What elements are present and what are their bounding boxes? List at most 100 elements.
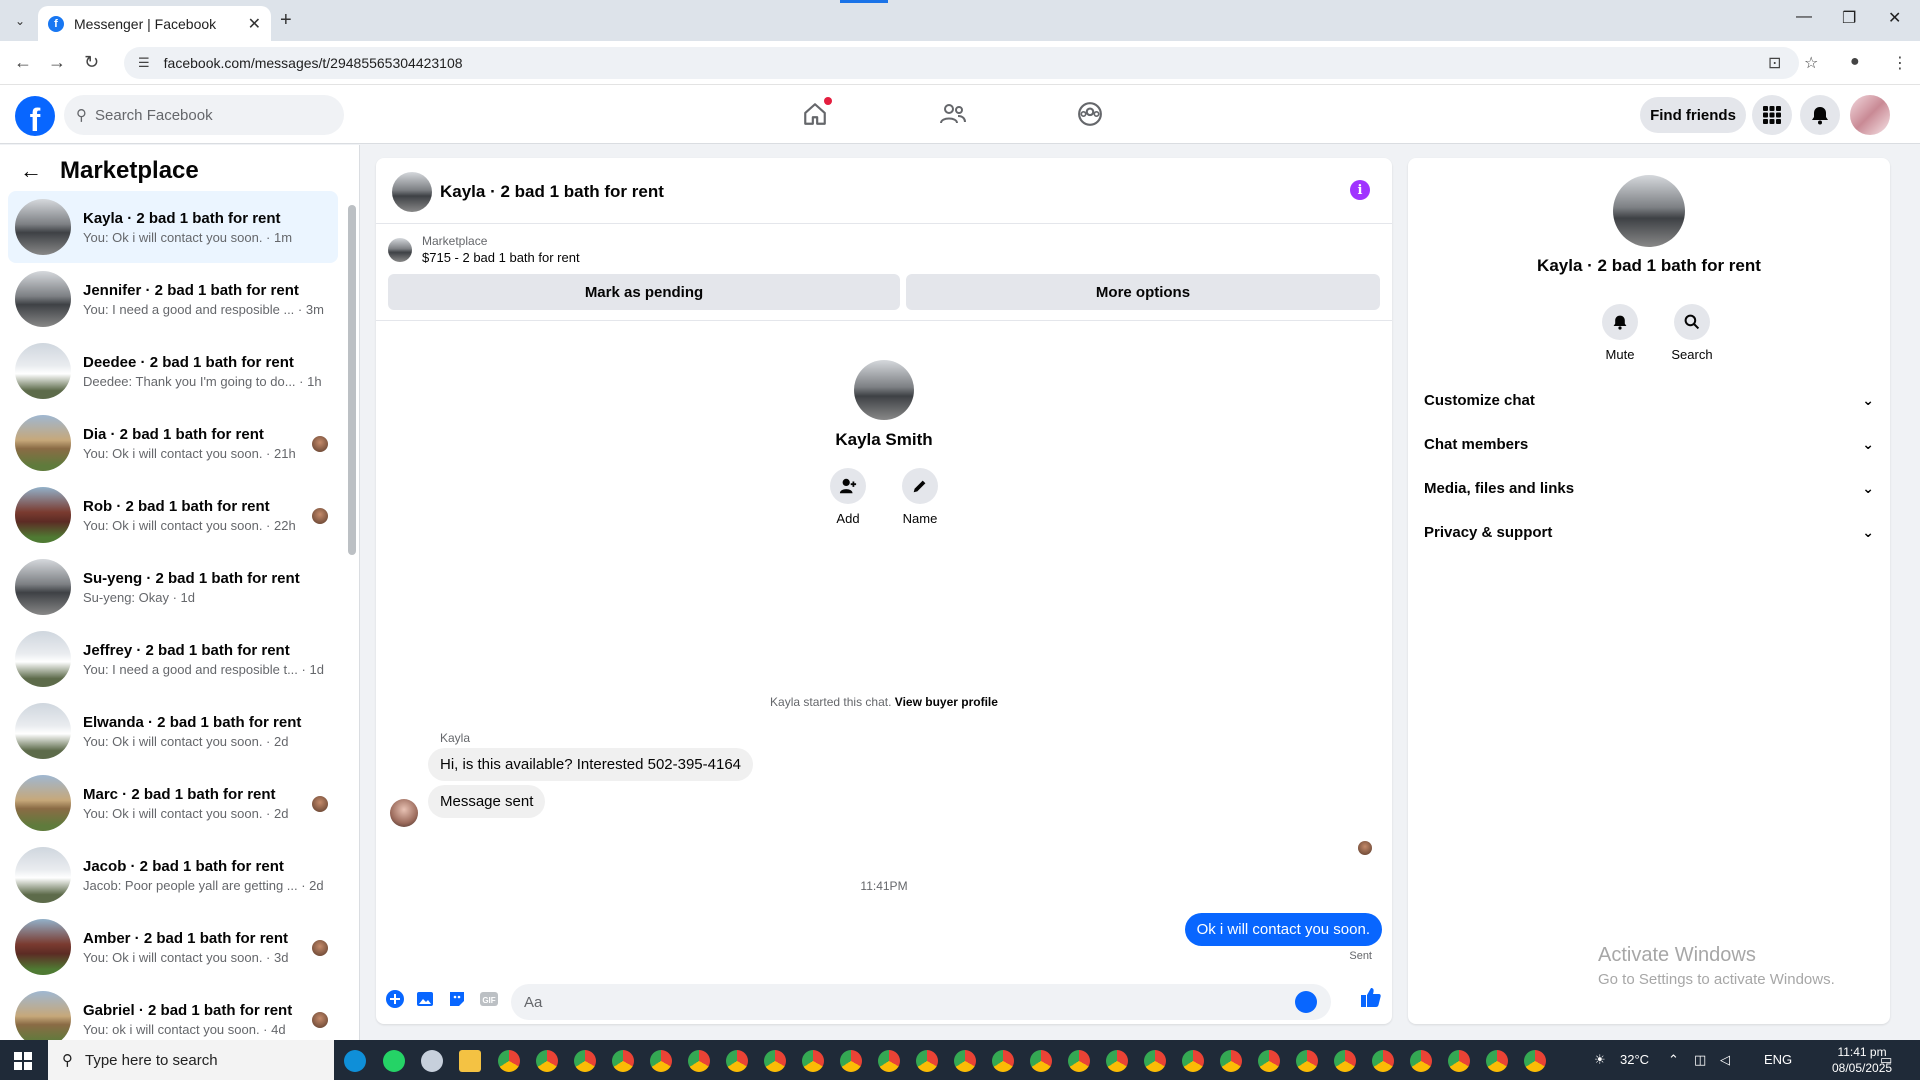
restore-window-button[interactable]: ❐ xyxy=(1842,8,1856,28)
conversation-item[interactable]: Kayla · 2 bad 1 bath for rent You: Ok i w… xyxy=(8,191,338,263)
taskbar-search-input[interactable]: ⚲ Type here to search xyxy=(48,1040,334,1080)
file-explorer-icon[interactable] xyxy=(459,1050,481,1072)
home-icon[interactable] xyxy=(800,97,832,129)
close-tab-icon[interactable]: ✕ xyxy=(248,14,261,34)
conversation-item[interactable]: Gabriel · 2 bad 1 bath for rent You: ok i… xyxy=(8,983,338,1040)
chrome-window-icon[interactable] xyxy=(878,1050,900,1072)
tray-chevron-up-icon[interactable]: ⌃ xyxy=(1668,1052,1679,1068)
mute-button[interactable]: Mute xyxy=(1590,304,1650,362)
whatsapp-icon[interactable] xyxy=(383,1050,405,1072)
minimize-window-button[interactable]: — xyxy=(1796,8,1812,26)
find-friends-button[interactable]: Find friends xyxy=(1640,97,1746,133)
chat-members-section[interactable]: Chat members ⌄ xyxy=(1424,426,1874,462)
info-icon[interactable]: i xyxy=(1350,180,1370,200)
chrome-window-icon[interactable] xyxy=(650,1050,672,1072)
chrome-window-icon[interactable] xyxy=(1106,1050,1128,1072)
facebook-logo-icon[interactable]: f xyxy=(15,96,55,136)
chrome-window-icon[interactable] xyxy=(612,1050,634,1072)
forward-icon[interactable]: → xyxy=(48,52,66,73)
chrome-window-icon[interactable] xyxy=(536,1050,558,1072)
media-files-links-section[interactable]: Media, files and links ⌄ xyxy=(1424,470,1874,506)
chrome-window-icon[interactable] xyxy=(1030,1050,1052,1072)
chrome-window-icon[interactable] xyxy=(992,1050,1014,1072)
account-avatar[interactable] xyxy=(1850,95,1890,135)
address-bar[interactable]: ☰ facebook.com/messages/t/29485565304423… xyxy=(124,47,1799,79)
gif-icon[interactable]: GIF xyxy=(478,988,500,1010)
chrome-window-icon[interactable] xyxy=(1068,1050,1090,1072)
chrome-window-icon[interactable] xyxy=(574,1050,596,1072)
chrome-window-icon[interactable] xyxy=(802,1050,824,1072)
new-tab-button[interactable]: + xyxy=(280,9,292,32)
profile-icon[interactable]: ● xyxy=(1850,53,1860,71)
like-thumb-icon[interactable] xyxy=(1360,986,1382,1008)
incoming-message-bubble[interactable]: Hi, is this available? Interested 502-39… xyxy=(428,748,754,781)
tab-search-chevron-icon[interactable]: ⌄ xyxy=(8,10,32,32)
conversation-item[interactable]: Jacob · 2 bad 1 bath for rent Jacob: Poor… xyxy=(8,839,338,911)
windows-start-icon[interactable] xyxy=(14,1052,32,1070)
name-button[interactable]: Name xyxy=(890,468,950,526)
conversation-item[interactable]: Jeffrey · 2 bad 1 bath for rent You: I ne… xyxy=(8,623,338,695)
language-indicator[interactable]: ENG xyxy=(1764,1052,1792,1067)
reload-icon[interactable]: ↻ xyxy=(84,52,99,73)
chrome-window-icon[interactable] xyxy=(688,1050,710,1072)
chrome-window-icon[interactable] xyxy=(1296,1050,1318,1072)
network-icon[interactable]: ◫ xyxy=(1694,1052,1706,1068)
conversation-item[interactable]: Dia · 2 bad 1 bath for rent You: Ok i wil… xyxy=(8,407,338,479)
back-arrow-icon[interactable]: ← xyxy=(20,158,42,184)
emoji-icon[interactable] xyxy=(1295,991,1317,1013)
chrome-window-icon[interactable] xyxy=(840,1050,862,1072)
notification-center-icon[interactable]: ▭ xyxy=(1880,1052,1892,1068)
chrome-window-icon[interactable] xyxy=(1182,1050,1204,1072)
message-input[interactable]: Aa xyxy=(511,984,1331,1020)
conversation-list-scrollbar[interactable] xyxy=(348,205,356,555)
conversation-item[interactable]: Marc · 2 bad 1 bath for rent You: Ok i wi… xyxy=(8,767,338,839)
chrome-window-icon[interactable] xyxy=(1372,1050,1394,1072)
close-window-button[interactable]: ✕ xyxy=(1888,8,1901,28)
incoming-message-bubble[interactable]: Message sent xyxy=(428,785,546,818)
chrome-window-icon[interactable] xyxy=(1334,1050,1356,1072)
browser-tab[interactable]: f Messenger | Facebook ✕ xyxy=(38,6,271,41)
chrome-window-icon[interactable] xyxy=(916,1050,938,1072)
browser-menu-icon[interactable]: ⋮ xyxy=(1892,53,1908,73)
marketplace-listing[interactable]: Marketplace $715 - 2 bad 1 bath for rent xyxy=(388,234,580,265)
customize-chat-section[interactable]: Customize chat ⌄ xyxy=(1424,382,1874,418)
app-icon[interactable] xyxy=(421,1050,443,1072)
search-conversation-button[interactable]: Search xyxy=(1662,304,1722,362)
profile-avatar[interactable] xyxy=(854,360,914,420)
chrome-window-icon[interactable] xyxy=(1144,1050,1166,1072)
bookmark-star-icon[interactable]: ☆ xyxy=(1804,53,1818,73)
chrome-window-icon[interactable] xyxy=(954,1050,976,1072)
details-avatar[interactable] xyxy=(1613,175,1685,247)
sticker-icon[interactable] xyxy=(446,988,468,1010)
chrome-window-icon[interactable] xyxy=(498,1050,520,1072)
chrome-window-icon[interactable] xyxy=(764,1050,786,1072)
conversation-item[interactable]: Su-yeng · 2 bad 1 bath for rent Su-yeng: … xyxy=(8,551,338,623)
outgoing-message-bubble[interactable]: Ok i will contact you soon. xyxy=(1184,913,1382,946)
sender-avatar[interactable] xyxy=(390,799,418,827)
chrome-window-icon[interactable] xyxy=(1258,1050,1280,1072)
friends-icon[interactable] xyxy=(938,99,968,129)
notifications-bell-icon[interactable] xyxy=(1800,95,1840,135)
chrome-window-icon[interactable] xyxy=(1524,1050,1546,1072)
plus-circle-icon[interactable] xyxy=(384,988,406,1010)
groups-icon[interactable] xyxy=(1075,99,1105,129)
chat-avatar[interactable] xyxy=(392,172,432,212)
chat-title[interactable]: Kayla · 2 bad 1 bath for rent xyxy=(440,182,664,202)
back-icon[interactable]: ← xyxy=(14,52,32,73)
chrome-window-icon[interactable] xyxy=(1486,1050,1508,1072)
chrome-window-icon[interactable] xyxy=(726,1050,748,1072)
site-info-icon[interactable]: ☰ xyxy=(138,55,150,71)
conversation-item[interactable]: Elwanda · 2 bad 1 bath for rent You: Ok i… xyxy=(8,695,338,767)
privacy-support-section[interactable]: Privacy & support ⌄ xyxy=(1424,514,1874,550)
conversation-item[interactable]: Rob · 2 bad 1 bath for rent You: Ok i wil… xyxy=(8,479,338,551)
conversation-item[interactable]: Jennifer · 2 bad 1 bath for rent You: I n… xyxy=(8,263,338,335)
temperature[interactable]: 32°C xyxy=(1620,1052,1649,1067)
volume-icon[interactable]: ◁ xyxy=(1720,1052,1730,1068)
conversation-item[interactable]: Amber · 2 bad 1 bath for rent You: Ok i w… xyxy=(8,911,338,983)
conversation-item[interactable]: Deedee · 2 bad 1 bath for rent Deedee: Th… xyxy=(8,335,338,407)
install-app-icon[interactable]: ⊡ xyxy=(1768,53,1781,73)
mark-as-pending-button[interactable]: Mark as pending xyxy=(388,274,900,310)
chrome-window-icon[interactable] xyxy=(1410,1050,1432,1072)
menu-grid-icon[interactable] xyxy=(1752,95,1792,135)
weather-icon[interactable]: ☀ xyxy=(1594,1052,1606,1068)
